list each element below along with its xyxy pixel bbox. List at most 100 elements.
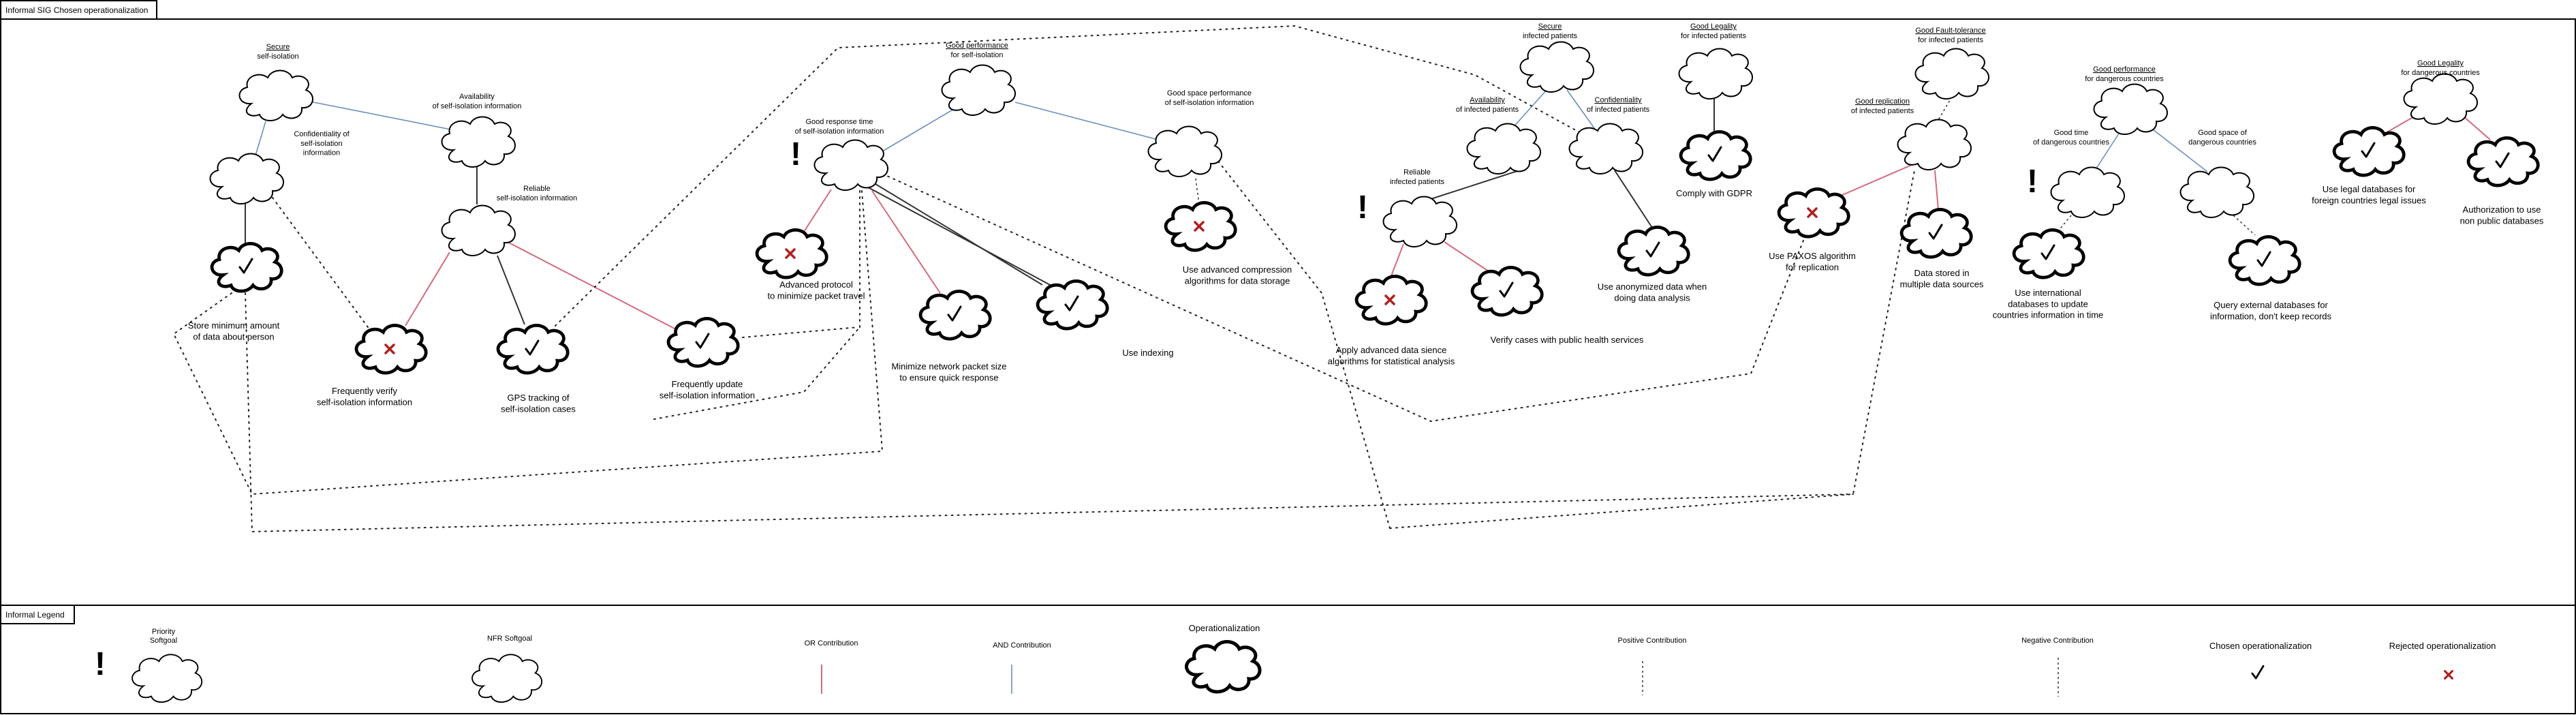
dotted-edge: [1195, 178, 1200, 205]
softgoal-sg13[interactable]: [1914, 48, 1990, 100]
softgoal-sg2[interactable]: [209, 153, 285, 204]
operationalization-label-op9: Apply advanced data sience algorithms for…: [1328, 345, 1455, 366]
or-edge: [1934, 170, 1939, 211]
legend-nfr-softgoal-label: NFR Softgoal: [487, 635, 532, 643]
or-edge: [405, 252, 450, 326]
priority-mark-icon: !: [790, 136, 801, 172]
legend-priority-cloud: [131, 654, 203, 703]
sig-diagram: Informal SIG Chosen operationalization I…: [0, 0, 2576, 714]
or-edge: [1444, 241, 1489, 272]
softgoal-label-sg14: Good replication of infected patients: [1851, 97, 1914, 115]
softgoal-label-sg2: Confidentiality of self-isolation informat…: [294, 130, 350, 157]
legend-rejected-label: Rejected operationalization: [2389, 641, 2496, 651]
legend-negative-label: Negative Contribution: [2021, 637, 2094, 645]
softgoal-sg16[interactable]: [2050, 166, 2126, 218]
or-edge: [871, 190, 941, 294]
softgoal-label-sg1: Secure self-isolation: [257, 43, 298, 61]
softgoal-sg4[interactable]: [441, 204, 516, 256]
operationalization-label-op12: Comply with GDPR: [1676, 188, 1752, 198]
operationalization-label-op10: Verify cases with public health services: [1491, 335, 1644, 345]
softgoal-sg8[interactable]: [1519, 41, 1595, 93]
dotted-edge: [272, 197, 369, 328]
dotted-edge: [245, 292, 1854, 533]
softgoal-sg18[interactable]: [2403, 73, 2479, 125]
priority-mark-icon: !: [95, 646, 106, 682]
softgoal-sg1[interactable]: [238, 70, 314, 121]
softgoal-label-sg11: Reliable infected patients: [1390, 168, 1445, 186]
softgoal-label-sg16: Good time of dangerous countries: [2033, 129, 2109, 147]
legend-positive-label: Positive Contribution: [1618, 637, 1687, 645]
dotted-edge: [742, 326, 859, 338]
softgoal-label-sg6: Good response time of self-isolation info…: [795, 118, 884, 136]
softgoal-label-sg3: Availability of self-isolation informatio…: [433, 93, 522, 110]
operationalization-label-op17: Use legal databases for foreign countries…: [2312, 184, 2426, 205]
dotted-edge: [2233, 215, 2256, 236]
softgoal-sg6[interactable]: [813, 139, 889, 191]
softgoal-sg5[interactable]: [941, 64, 1017, 116]
or-edge: [1835, 162, 1919, 198]
and-edge: [875, 108, 955, 156]
and-edge: [255, 121, 266, 156]
softgoal-label-sg5: Good performance for self-isolation: [946, 42, 1008, 59]
and-edge: [1014, 102, 1159, 140]
priority-mark-icon: !: [1357, 189, 1368, 226]
operationalization-label-op14: Data stored in multiple data sources: [1900, 268, 1984, 289]
operationalization-label-op2: Frequently verify self-isolation informat…: [317, 386, 412, 407]
dotted-edge: [1938, 96, 1953, 121]
operationalization-label-op15: Use international databases to update coun…: [1993, 288, 2104, 320]
softgoal-sg17[interactable]: [2179, 166, 2255, 218]
legend-operationalization-cloud: [1187, 642, 1260, 693]
operationalization-label-op8: Use advanced compression algorithms for d…: [1183, 264, 1292, 286]
legend-chosen-label: Chosen operationalization: [2209, 641, 2312, 651]
softgoal-sg3[interactable]: [441, 116, 516, 168]
or-edge: [2462, 115, 2491, 140]
softgoal-label-sg9: Availability of infected patients: [1456, 96, 1519, 114]
legend-nfr-cloud: [471, 654, 543, 703]
softgoal-sg10[interactable]: [1568, 123, 1644, 174]
softgoal-label-sg13: Good Fault-tolerance for infected patient…: [1915, 27, 1985, 44]
softgoal-label-sg7: Good space performance of self-isolation …: [1165, 89, 1254, 107]
softgoal-label-sg15: Good performance for dangerous countries: [2085, 65, 2164, 83]
or-edge: [1389, 243, 1404, 280]
operationalization-label-op6: Minimize network packet size to ensure qu…: [891, 361, 1006, 382]
legend-priority-softgoal-label: Priority Softgoal: [150, 628, 177, 645]
legend-or-label: OR Contribution: [805, 639, 858, 648]
softgoal-sg9[interactable]: [1466, 123, 1542, 174]
operationalization-label-op7: Use indexing: [1122, 348, 1173, 358]
operationalization-label-op11: Use anonymized data when doing data analy…: [1598, 282, 1707, 303]
legend-panel: Informal Legend: [0, 605, 2576, 714]
softgoal-sg11[interactable]: [1382, 196, 1458, 247]
operationalization-label-op1: Store minimum amount of data about person: [188, 320, 280, 341]
softgoal-sg15[interactable]: [2093, 83, 2169, 135]
softgoal-label-sg10: Confidentiality of infected patients: [1587, 96, 1650, 114]
softgoal-label-sg12: Good Legality for infected patients: [1681, 22, 1747, 40]
or-edge: [2384, 115, 2416, 134]
softgoal-sg14[interactable]: [1897, 119, 1972, 170]
legend-items: Priority Softgoal NFR Softgoal OR Contribut…: [131, 623, 2496, 703]
softgoal-sg12[interactable]: [1678, 48, 1754, 100]
legend-operationalization-label: Operationalization: [1189, 623, 1260, 633]
operationalization-label-op5: Advanced protocol to minimize packet trav…: [767, 279, 865, 301]
softgoal-label-sg18: Good Legality for dangerous countries: [2401, 59, 2480, 77]
priority-mark-icon: !: [2027, 164, 2038, 200]
operationalization-label-op16: Query external databases for information,…: [2210, 300, 2332, 321]
operationalization-label-op18: Authorization to use non public databases: [2460, 204, 2544, 226]
softgoal-label-sg4: Reliable self-isolation information: [497, 185, 578, 202]
or-edge: [507, 241, 675, 329]
legend-and-label: AND Contribution: [993, 641, 1051, 650]
legend-x-icon: [2444, 670, 2453, 680]
positive-edge: [861, 183, 1053, 287]
positive-edge: [1614, 170, 1653, 228]
main-panel: Informal SIG Chosen operationalization: [0, 0, 2576, 606]
and-edge: [306, 100, 452, 130]
softgoal-label-sg17: Good space of dangerous countries: [2188, 129, 2256, 147]
positive-edge: [497, 255, 525, 325]
or-edge: [803, 189, 832, 232]
diagram-title: Informal SIG Chosen operationalization: [5, 5, 148, 15]
softgoal-label-sg8: Secure infected patients: [1523, 22, 1578, 40]
dotted-edge: [2057, 215, 2072, 232]
softgoal-sg7[interactable]: [1147, 125, 1223, 177]
operationalization-label-op13: Use PAXOS algorithm for replication: [1769, 251, 1856, 272]
sig-nodes: Secure self-isolation Confidentiality of se…: [95, 22, 2544, 682]
legend-title: Informal Legend: [5, 610, 65, 620]
